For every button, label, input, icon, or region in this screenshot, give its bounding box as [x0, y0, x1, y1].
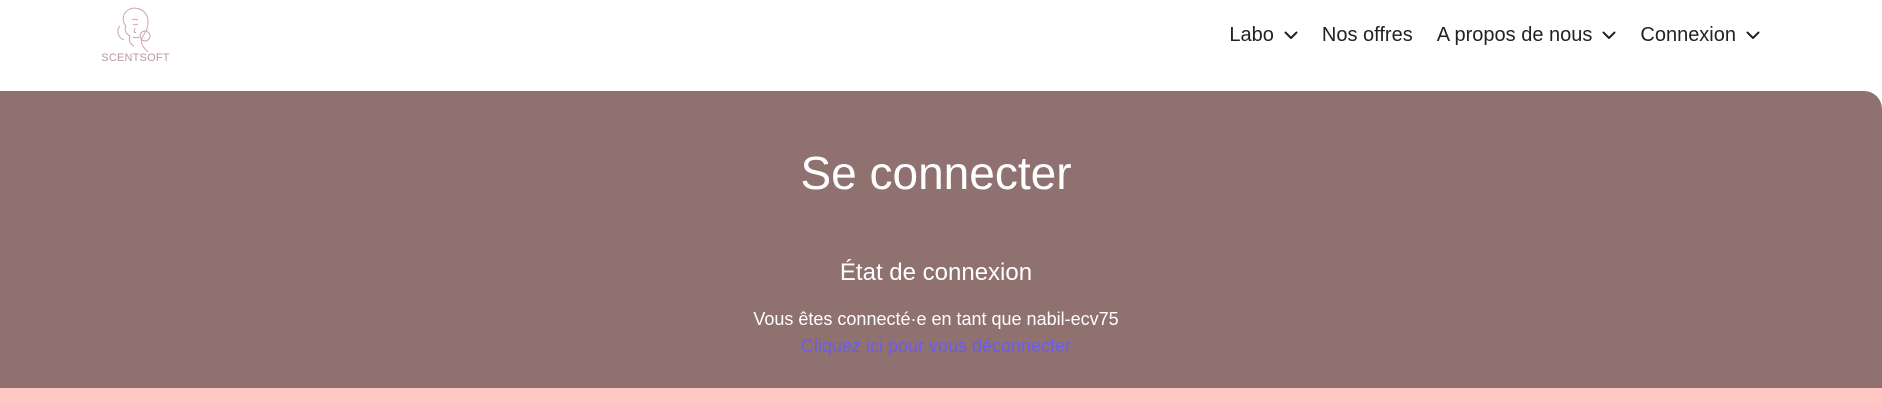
face-line-art-icon: [117, 7, 151, 53]
logo[interactable]: SCENTSOFT: [98, 6, 173, 66]
logged-in-status-text: Vous êtes connecté·e en tant que nabil-e…: [753, 309, 1119, 329]
login-status-section: Se connecter État de connexion Vous êtes…: [0, 91, 1882, 388]
chevron-down-icon: [1746, 31, 1760, 40]
nav-item-connexion[interactable]: Connexion: [1640, 24, 1760, 47]
nav-item-nos-offres[interactable]: Nos offres: [1322, 24, 1413, 47]
nav-item-labo[interactable]: Labo: [1229, 24, 1298, 47]
logo-text: SCENTSOFT: [101, 52, 170, 64]
logout-link[interactable]: Cliquez ici pour vous déconnecter: [801, 336, 1071, 356]
nav-item-label: A propos de nous: [1436, 24, 1593, 46]
page-title: Se connecter: [800, 147, 1072, 199]
site-header: SCENTSOFT Labo Nos offres A propos de no…: [0, 0, 1882, 92]
nav-item-a-propos[interactable]: A propos de nous: [1437, 24, 1617, 47]
nav-item-label: Nos offres: [1321, 24, 1413, 46]
nav-item-label: Connexion: [1640, 24, 1736, 46]
connection-state-heading: État de connexion: [839, 259, 1033, 286]
footer-strip: [0, 388, 1882, 405]
chevron-down-icon: [1602, 31, 1616, 40]
chevron-down-icon: [1284, 31, 1298, 40]
logout-link-row: Cliquez ici pour vous déconnecter: [0, 336, 1872, 357]
main-nav: Labo Nos offres A propos de nous Connexi…: [1205, 24, 1760, 47]
nav-item-label: Labo: [1229, 24, 1274, 46]
